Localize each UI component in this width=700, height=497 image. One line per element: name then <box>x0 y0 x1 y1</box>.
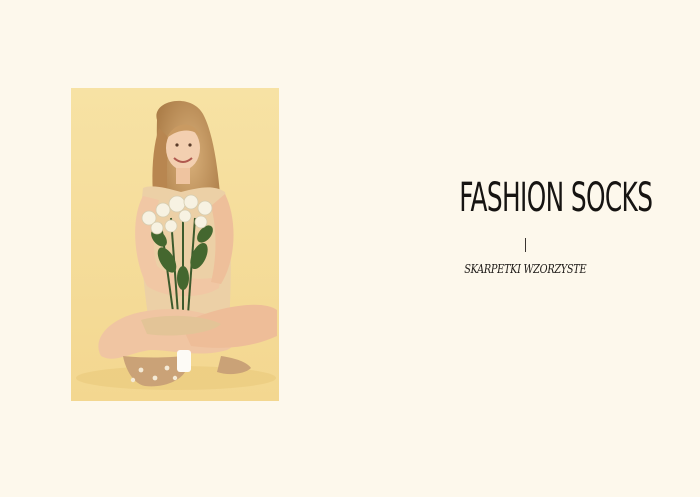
title-divider <box>524 238 526 252</box>
page-subtitle: SKARPETKI WZORZYSTE <box>463 261 587 276</box>
hero-title-block: FASHION SOCKS SKARPETKI WZORZYSTE <box>400 175 653 278</box>
model-photo <box>71 88 279 401</box>
model-photo-illustration <box>71 88 279 401</box>
page-title: FASHION SOCKS <box>459 175 653 221</box>
